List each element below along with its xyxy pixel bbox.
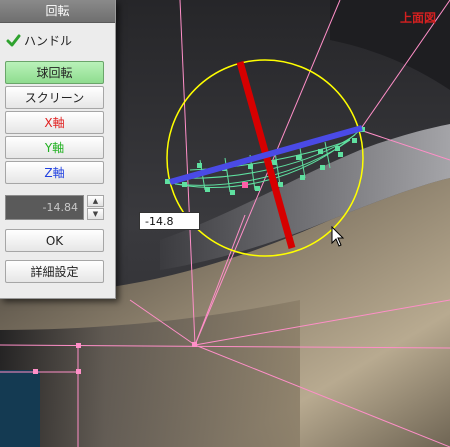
gizmo-center-point[interactable] — [242, 182, 248, 188]
angle-tooltip: -14.8 — [139, 212, 200, 230]
advanced-settings-button[interactable]: 詳細設定 — [5, 260, 104, 283]
panel-title: 回転 — [0, 0, 115, 23]
mouse-pointer-icon — [331, 226, 345, 247]
angle-spinbox: -14.84 ▲ ▼ — [5, 195, 104, 220]
screen-rotate-button[interactable]: スクリーン — [5, 86, 104, 109]
x-axis-button[interactable]: X軸 — [5, 111, 104, 134]
view-mode-label: 上面図 — [399, 11, 436, 25]
handle-checkbox-label: ハンドル — [24, 33, 73, 48]
ok-button[interactable]: OK — [5, 229, 104, 252]
y-axis-button[interactable]: Y軸 — [5, 136, 104, 159]
triangle-down-icon[interactable]: ▼ — [87, 208, 104, 220]
rotate-tool-panel: 回転 ハンドル 球回転 スクリーン X軸 Y軸 Z軸 -14.84 ▲ ▼ OK… — [0, 0, 116, 299]
angle-input[interactable]: -14.84 — [5, 195, 84, 220]
checkmark-icon[interactable] — [6, 33, 21, 48]
handle-checkbox[interactable]: ハンドル — [6, 30, 72, 50]
triangle-up-icon[interactable]: ▲ — [87, 195, 104, 207]
sphere-rotate-button[interactable]: 球回転 — [5, 61, 104, 84]
z-axis-button[interactable]: Z軸 — [5, 161, 104, 184]
blue-object — [0, 370, 40, 447]
